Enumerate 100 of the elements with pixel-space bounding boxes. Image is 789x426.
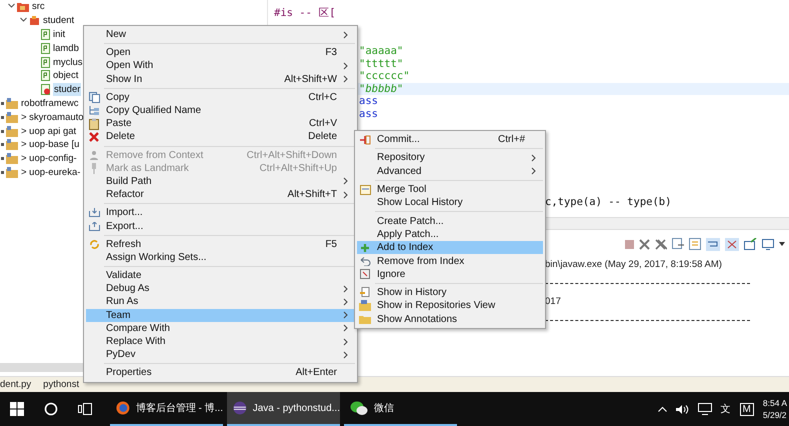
console-line: bin\javaw.exe (May 29, 2017, 8:19:58 AM) bbox=[545, 258, 723, 272]
code-line: #is -- 区[ bbox=[274, 6, 336, 20]
menu-item[interactable]: Delete Delete bbox=[86, 130, 355, 144]
tree-item[interactable]: lamdb bbox=[52, 42, 80, 55]
menu-item[interactable]: Compare With bbox=[86, 322, 355, 335]
menu-item[interactable]: Apply Patch... bbox=[357, 228, 543, 242]
chevron-up-icon[interactable] bbox=[658, 406, 667, 412]
menu-item[interactable]: PyDev bbox=[86, 348, 355, 362]
menu-item[interactable]: Team bbox=[86, 308, 355, 322]
bullet-icon bbox=[1, 170, 4, 174]
python-file-icon bbox=[41, 56, 50, 68]
status-text: dent.py bbox=[0, 379, 32, 390]
python-file-error-icon bbox=[41, 84, 51, 96]
input-method-indicator[interactable]: 文 bbox=[720, 402, 731, 416]
menu-item[interactable]: Copy Ctrl+C bbox=[86, 90, 355, 104]
menu-item[interactable]: Run As bbox=[86, 295, 355, 309]
code-line: "cccccc" bbox=[359, 70, 410, 82]
word-wrap-icon[interactable] bbox=[706, 238, 720, 250]
menu-item[interactable]: Replace With bbox=[86, 334, 355, 348]
menu-item[interactable]: Import... bbox=[86, 206, 355, 220]
menu-item[interactable]: Show in Repositories View bbox=[357, 299, 543, 313]
tree-item[interactable]: > skyroamauto bbox=[20, 110, 85, 124]
tray-badge[interactable]: M bbox=[740, 402, 754, 416]
menu-item[interactable]: Refresh F5 bbox=[86, 238, 355, 251]
menu-item[interactable]: Create Patch... bbox=[357, 214, 543, 228]
menu-item[interactable]: Show In Alt+Shift+W bbox=[86, 72, 355, 86]
code-line: ass bbox=[359, 95, 378, 108]
menu-item[interactable]: Show in History bbox=[357, 286, 543, 300]
menu-item[interactable]: Export... bbox=[86, 219, 355, 233]
menu-item[interactable]: Show Local History bbox=[357, 196, 543, 210]
menu-item[interactable]: New bbox=[86, 28, 355, 42]
status-text: pythonst bbox=[43, 379, 80, 390]
menu-item[interactable]: Advanced bbox=[357, 164, 543, 178]
undo-arrow-icon bbox=[360, 256, 370, 266]
display-console-icon[interactable] bbox=[762, 238, 774, 250]
menu-item[interactable]: Repository bbox=[357, 151, 543, 165]
code-line: ass bbox=[359, 108, 378, 120]
project-icon bbox=[6, 98, 18, 109]
menu-item[interactable]: Debug As bbox=[86, 282, 355, 296]
menu-item[interactable]: Show Annotations bbox=[357, 312, 543, 326]
project-icon bbox=[6, 166, 18, 178]
open-console-icon[interactable] bbox=[744, 238, 757, 250]
menu-item[interactable]: Commit... Ctrl+# bbox=[357, 133, 543, 146]
tree-item[interactable]: > uop-config- bbox=[20, 152, 78, 166]
search-circle-icon bbox=[44, 402, 58, 416]
package-icon bbox=[29, 16, 40, 26]
chevron-icon bbox=[343, 30, 348, 39]
code-line: c,type(a) -- type(b) bbox=[545, 196, 672, 208]
tree-item[interactable]: myclus bbox=[52, 56, 84, 69]
menu-item[interactable]: Open F3 bbox=[86, 46, 355, 60]
dropdown-caret-icon[interactable] bbox=[779, 242, 785, 246]
menu-item[interactable]: Merge Tool bbox=[357, 182, 543, 196]
tree-item[interactable]: > uop-base [u bbox=[20, 138, 80, 152]
commit-icon bbox=[359, 134, 371, 145]
merge-tool-icon bbox=[360, 184, 370, 195]
bullet-icon bbox=[1, 116, 4, 119]
taskbar-app[interactable]: 微信 bbox=[344, 392, 457, 426]
import-icon bbox=[88, 208, 100, 218]
code-line: "bbbbb" bbox=[359, 82, 404, 95]
delete-icon bbox=[89, 132, 99, 142]
clear-console-icon[interactable] bbox=[672, 238, 684, 250]
tree-item[interactable]: object bbox=[52, 69, 80, 82]
tree-item[interactable]: student bbox=[42, 14, 76, 28]
scroll-lock-icon[interactable] bbox=[689, 238, 701, 250]
ignore-icon bbox=[360, 269, 370, 280]
bullet-icon bbox=[1, 102, 4, 105]
tree-item[interactable]: src bbox=[31, 0, 46, 14]
menu-item[interactable]: Remove from Index bbox=[357, 254, 543, 268]
menu-item[interactable]: Open With bbox=[86, 59, 355, 73]
history-icon bbox=[360, 287, 370, 298]
clock[interactable]: 8:54 A 5/29/2 bbox=[762, 397, 787, 421]
speaker-icon[interactable] bbox=[676, 404, 689, 414]
tree-item[interactable]: studer bbox=[53, 83, 82, 96]
menu-item[interactable]: Copy Qualified Name bbox=[86, 104, 355, 118]
menu-item[interactable]: Add to Index bbox=[357, 241, 543, 254]
chat-bubbles-icon bbox=[350, 400, 368, 416]
browser-icon bbox=[116, 400, 130, 416]
menu-item[interactable]: Build Path bbox=[86, 174, 355, 188]
menu-item[interactable]: Refactor Alt+Shift+T bbox=[86, 188, 355, 202]
tree-item[interactable]: robotframewc bbox=[20, 96, 80, 110]
menu-item[interactable]: Assign Working Sets... bbox=[86, 250, 355, 264]
tree-item[interactable]: > uop-eureka- bbox=[20, 166, 82, 179]
tree-icon bbox=[88, 105, 100, 116]
remove-icon[interactable] bbox=[639, 238, 650, 250]
menu-item[interactable]: Properties Alt+Enter bbox=[86, 366, 355, 380]
taskbar-app[interactable]: Java - pythonstud... bbox=[227, 392, 340, 426]
remove-all-icon[interactable] bbox=[655, 238, 667, 250]
refresh-icon bbox=[88, 238, 100, 250]
folder-icon bbox=[359, 314, 371, 324]
monitor-icon[interactable] bbox=[698, 403, 712, 415]
menu-item[interactable]: Validate bbox=[86, 269, 355, 282]
pin-console-icon[interactable] bbox=[725, 238, 739, 250]
menu-item[interactable]: Ignore bbox=[357, 268, 543, 281]
code-line: "aaaaa" bbox=[359, 45, 404, 58]
taskbar-app[interactable]: 博客后台管理 - 博... bbox=[110, 392, 223, 426]
export-icon bbox=[88, 222, 100, 231]
tree-item[interactable]: init bbox=[52, 28, 66, 41]
menu-item[interactable]: Paste Ctrl+V bbox=[86, 117, 355, 130]
python-file-icon bbox=[41, 28, 50, 40]
tree-item[interactable]: > uop api gat bbox=[20, 124, 78, 138]
